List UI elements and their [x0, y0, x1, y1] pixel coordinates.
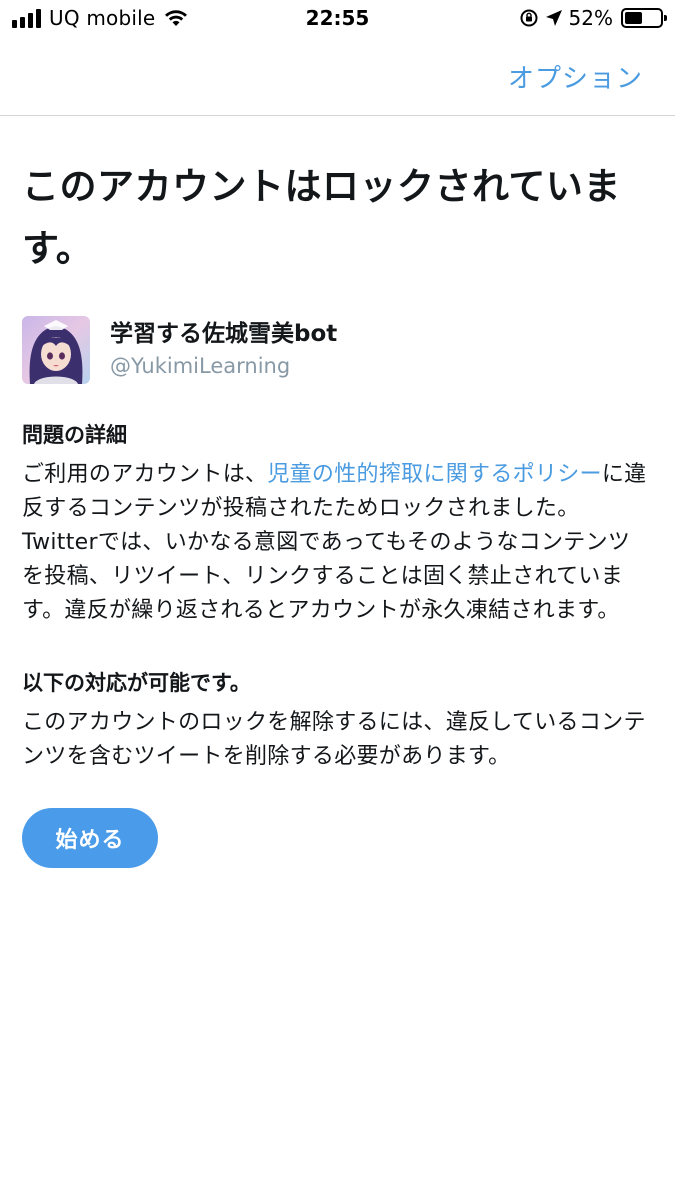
account-text: 学習する佐城雪美bot @YukimiLearning: [110, 319, 337, 381]
battery-percentage: 52%: [568, 6, 613, 30]
actions-heading: 以下の対応が可能です。: [22, 671, 251, 695]
details-text: ご利用のアカウントは、児童の性的搾取に関するポリシーに違反するコンテンツが投稿さ…: [22, 458, 652, 628]
account-name: 学習する佐城雪美bot: [110, 321, 338, 347]
nav-header: オプション: [0, 38, 675, 116]
details-heading: 問題の詳細: [22, 423, 127, 447]
policy-link[interactable]: 児童の性的搾取に関するポリシー: [267, 462, 602, 487]
start-button[interactable]: 始める: [22, 808, 158, 868]
actions-text: このアカウントのロックを解除するには、違反しているコンテンツを含むツイートを削除…: [22, 710, 646, 769]
battery-icon: [621, 8, 667, 28]
location-arrow-icon: [545, 10, 562, 26]
main-content: このアカウントはロックされています。 学習する佐城雪美bot @YukimiLe…: [22, 116, 652, 868]
avatar: [22, 316, 90, 384]
status-bar: UQ mobile 22:55 52%: [0, 0, 675, 38]
orientation-lock-icon: [520, 9, 538, 27]
status-right: 52%: [519, 6, 667, 30]
page-title: このアカウントはロックされています。: [22, 165, 621, 270]
details-text-before-link: ご利用のアカウントは、: [22, 462, 268, 487]
account-handle: @YukimiLearning: [110, 354, 291, 378]
account-info: 学習する佐城雪美bot @YukimiLearning: [22, 316, 652, 384]
options-link[interactable]: オプション: [508, 58, 643, 95]
